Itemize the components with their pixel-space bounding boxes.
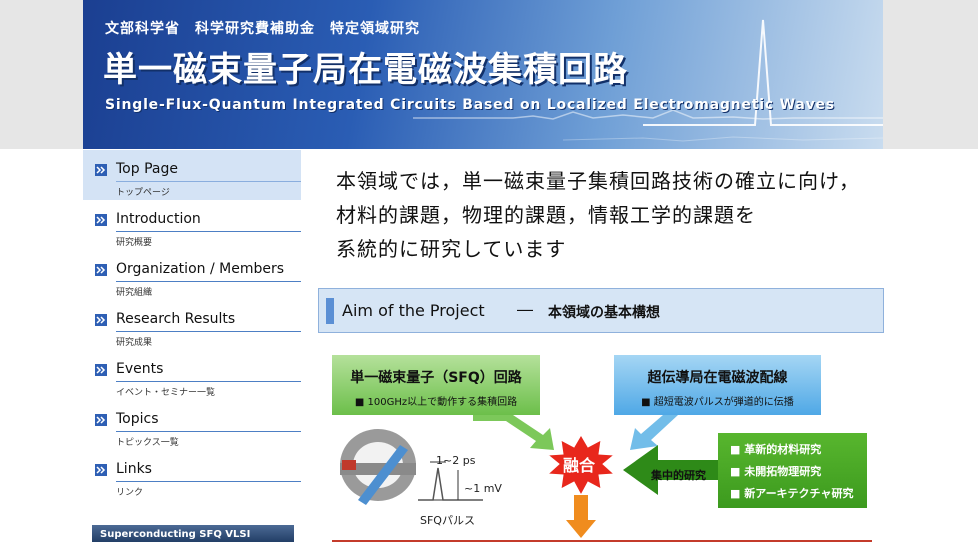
nav-item-research-results[interactable]: Research Results 研究成果 [83,300,301,350]
nav-label: Organization / Members [116,261,284,277]
sfq-subtext: ■ 100GHz以上で動作する集積回路 [354,397,518,408]
double-chevron-icon [95,314,107,326]
double-chevron-icon [95,414,107,426]
orange-arrow [566,495,596,538]
aim-title-ja: 本領域の基本構想 [548,305,660,321]
research-item: ■ 革新的材料研究 [730,443,822,456]
research-box: ■ 革新的材料研究 ■ 未開拓物理研究 ■ 新アーキテクチャ研究 [718,433,867,508]
intro-text: 本領域では，単一磁束量子集積回路技術の確立に向け， 材料的課題，物理的課題，情報… [336,164,860,266]
site-title-english: Single-Flux-Quantum Integrated Circuits … [105,97,835,113]
research-item: ■ 新アーキテクチャ研究 [730,487,854,500]
nav-divider [116,181,301,182]
fusion-label: 融合 [563,456,596,475]
aim-section-header: Aim of the Project ― 本領域の基本構想 [318,288,884,333]
nav-sublabel: 研究概要 [116,238,153,248]
nav-item-organization[interactable]: Organization / Members 研究組織 [83,250,301,300]
sfq-heading: 単一磁束量子（SFQ）回路 [350,370,522,386]
nav-divider [116,381,301,382]
aim-title: Aim of the Project [342,301,485,320]
nav-sublabel: トップページ [116,188,170,198]
banner-subtitle: 文部科学省 科学研究費補助金 特定領域研究 [105,21,420,37]
pulse-voltage-label: ~1 mV [464,482,502,495]
intro-line: 本領域では，単一磁束量子集積回路技術の確立に向け， [336,169,860,193]
nav-label: Introduction [116,211,201,227]
research-item: ■ 未開拓物理研究 [730,465,822,478]
green-arrow [473,415,554,450]
site-banner[interactable]: 文部科学省 科学研究費補助金 特定領域研究 単一磁束量子局在電磁波集積回路 Si… [83,0,883,149]
intro-line: 系統的に研究しています [336,237,567,261]
sfq-pulse-label: SFQパルス [420,514,475,527]
double-chevron-icon [95,464,107,476]
double-chevron-icon [95,364,107,376]
nav-sublabel: 研究成果 [116,338,153,348]
nav-sublabel: リンク [116,488,144,498]
nav-label: Events [116,361,164,377]
nav-divider [116,331,301,332]
intro-line: 材料的課題，物理的課題，情報工学的課題を [336,203,756,227]
nav-sublabel: トピックス一覧 [116,438,179,448]
em-subtext: ■ 超短電波パルスが弾道的に伝播 [641,397,794,408]
sidebar-nav: Top Page トップページ Introduction 研究概要 Organi… [83,150,301,500]
concentrated-research-label: 集中的研究 [651,469,706,482]
nav-label: Top Page [116,161,178,177]
nav-item-links[interactable]: Links リンク [83,450,301,500]
em-heading: 超伝導局在電磁波配線 [647,370,788,386]
accent-bar [326,298,334,324]
nav-divider [116,431,301,432]
nav-sublabel: 研究組織 [116,288,153,298]
nav-label: Links [116,461,152,477]
em-wiring-box: 超伝導局在電磁波配線 ■ 超短電波パルスが弾道的に伝播 [614,355,821,415]
project-diagram: 単一磁束量子（SFQ）回路 ■ 100GHz以上で動作する集積回路 超伝導局在電… [318,350,884,542]
aim-dash: ― [517,300,533,319]
nav-item-introduction[interactable]: Introduction 研究概要 [83,200,301,250]
blue-arrow [630,415,678,450]
double-chevron-icon [95,214,107,226]
nav-divider [116,481,301,482]
nav-item-events[interactable]: Events イベント・セミナー一覧 [83,350,301,400]
nav-item-topics[interactable]: Topics トピックス一覧 [83,400,301,450]
sfq-vlsi-banner-link[interactable]: Superconducting SFQ VLSI [92,525,294,542]
nav-label: Topics [116,411,159,427]
nav-item-top-page[interactable]: Top Page トップページ [83,150,301,200]
nav-divider [116,231,301,232]
nav-divider [116,281,301,282]
double-chevron-icon [95,264,107,276]
nav-label: Research Results [116,311,236,327]
sfq-circuit-box: 単一磁束量子（SFQ）回路 ■ 100GHz以上で動作する集積回路 [332,355,540,415]
site-title: 単一磁束量子局在電磁波集積回路 [103,50,628,90]
pulse-time-label: 1~2 ps [436,454,476,467]
double-chevron-icon [95,164,107,176]
nav-sublabel: イベント・セミナー一覧 [116,388,216,398]
